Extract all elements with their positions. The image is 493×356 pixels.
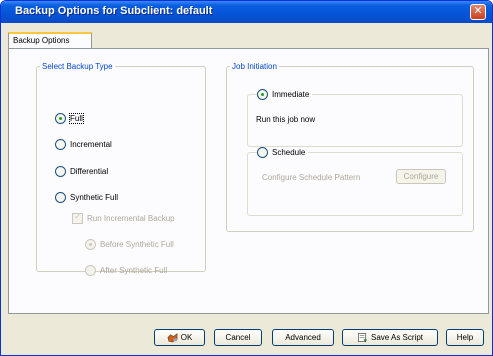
before-synthetic-radio[interactable]: Before Synthetic Full	[85, 239, 174, 250]
configure-pattern-label: Configure Schedule Pattern	[262, 173, 361, 182]
configure-button[interactable]: Configure	[396, 169, 446, 184]
full-radio[interactable]: Full	[55, 113, 84, 124]
tab-backup-options[interactable]: Backup Options	[8, 32, 92, 49]
incremental-radio[interactable]: Incremental	[55, 139, 112, 150]
before-synthetic-radio-button[interactable]	[85, 239, 96, 250]
cancel-button[interactable]: Cancel	[214, 329, 262, 346]
after-synthetic-label: After Synthetic Full	[100, 266, 168, 275]
differential-radio-button[interactable]	[55, 166, 66, 177]
synthetic-full-label: Synthetic Full	[70, 193, 119, 202]
close-icon[interactable]: ✕	[470, 4, 486, 20]
dialog-window: Backup Options for Subclient: default ✕ …	[0, 0, 493, 356]
ok-hand-icon	[167, 333, 178, 343]
immediate-radio[interactable]: Immediate	[257, 89, 313, 100]
schedule-label: Schedule	[272, 148, 306, 157]
schedule-radio[interactable]: Schedule	[257, 147, 309, 158]
advanced-button[interactable]: Advanced	[272, 329, 334, 346]
synthetic-full-radio[interactable]: Synthetic Full	[55, 192, 118, 203]
title-bar[interactable]: Backup Options for Subclient: default ✕	[1, 1, 492, 23]
run-now-text: Run this job now	[256, 115, 316, 124]
job-initiation-legend: Job Initiation	[232, 62, 277, 71]
save-as-script-label: Save As Script	[370, 333, 424, 342]
save-as-script-button[interactable]: Save As Script	[342, 329, 438, 346]
after-synthetic-radio[interactable]: After Synthetic Full	[85, 265, 167, 276]
differential-radio[interactable]: Differential	[55, 166, 108, 177]
schedule-radio-button[interactable]	[257, 147, 268, 158]
full-radio-button[interactable]	[55, 113, 66, 124]
script-icon	[357, 333, 368, 343]
ok-button[interactable]: OK	[154, 329, 205, 346]
immediate-radio-button[interactable]	[257, 89, 268, 100]
run-incremental-label: Run Incremental Backup	[87, 214, 175, 223]
after-synthetic-radio-button[interactable]	[85, 265, 96, 276]
synthetic-full-radio-button[interactable]	[55, 192, 66, 203]
before-synthetic-label: Before Synthetic Full	[100, 240, 174, 249]
differential-label: Differential	[70, 167, 109, 176]
ok-label: OK	[180, 333, 193, 342]
incremental-label: Incremental	[70, 140, 112, 149]
dialog-client-area: Backup Options Select Backup Type Full I…	[4, 23, 489, 354]
backup-options-panel: Select Backup Type Full Incremental Diff…	[8, 48, 489, 314]
help-button[interactable]: Help	[446, 329, 484, 346]
run-incremental-checkbox[interactable]: Run Incremental Backup	[72, 211, 175, 224]
incremental-radio-button[interactable]	[55, 139, 66, 150]
backup-type-legend: Select Backup Type	[42, 62, 113, 71]
schedule-box	[247, 152, 463, 216]
run-incremental-checkbox-box[interactable]	[72, 211, 83, 224]
window-title: Backup Options for Subclient: default	[15, 5, 213, 17]
full-label: Full	[69, 113, 84, 124]
immediate-label: Immediate	[272, 90, 310, 99]
